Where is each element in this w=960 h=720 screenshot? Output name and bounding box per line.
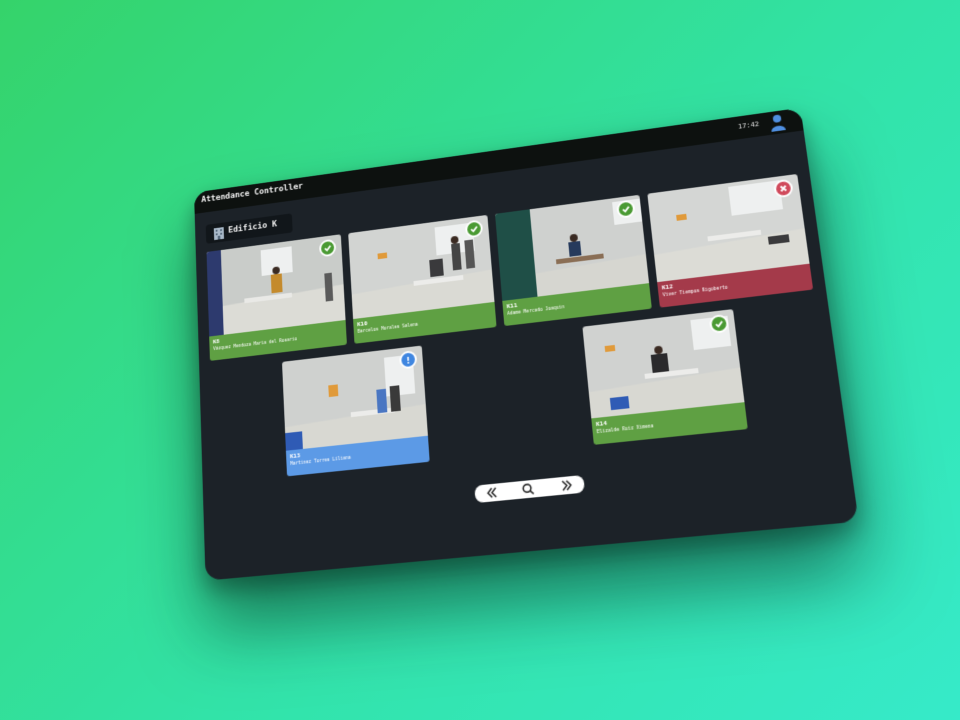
stage: Attendance Controller 17:42 Edificio K K… bbox=[0, 0, 960, 720]
pagination-bar bbox=[474, 475, 585, 503]
app-title: Attendance Controller bbox=[201, 182, 303, 205]
building-selector[interactable]: Edificio K bbox=[206, 213, 293, 244]
tablet-screen: Attendance Controller 17:42 Edificio K K… bbox=[194, 108, 859, 581]
room-card-k11[interactable]: K11 Adame Mercado Joaquín bbox=[495, 195, 652, 326]
room-spacer bbox=[429, 328, 585, 461]
room-card-k13[interactable]: K13 Martínez Torres Liliana bbox=[282, 346, 430, 477]
search-icon[interactable] bbox=[521, 482, 536, 497]
building-label: Edificio K bbox=[228, 220, 277, 236]
double-chevron-left-icon[interactable] bbox=[484, 485, 499, 500]
clock: 17:42 bbox=[737, 120, 759, 130]
double-chevron-right-icon[interactable] bbox=[559, 478, 575, 493]
room-card-k10[interactable]: K10 Barcelos Morales Salena bbox=[348, 215, 496, 344]
building-icon bbox=[213, 225, 225, 240]
room-card-k8[interactable]: K8 Vázquez Mendoza María del Rosario bbox=[207, 234, 347, 361]
room-card-k14[interactable]: K14 Elizalde Ruiz Ximena bbox=[582, 309, 747, 445]
room-card-k12[interactable]: K12 Viver Tiempos Rigoberto bbox=[647, 174, 813, 308]
room-grid: K8 Vázquez Mendoza María del Rosario K10… bbox=[205, 174, 835, 494]
user-icon[interactable] bbox=[768, 113, 787, 132]
